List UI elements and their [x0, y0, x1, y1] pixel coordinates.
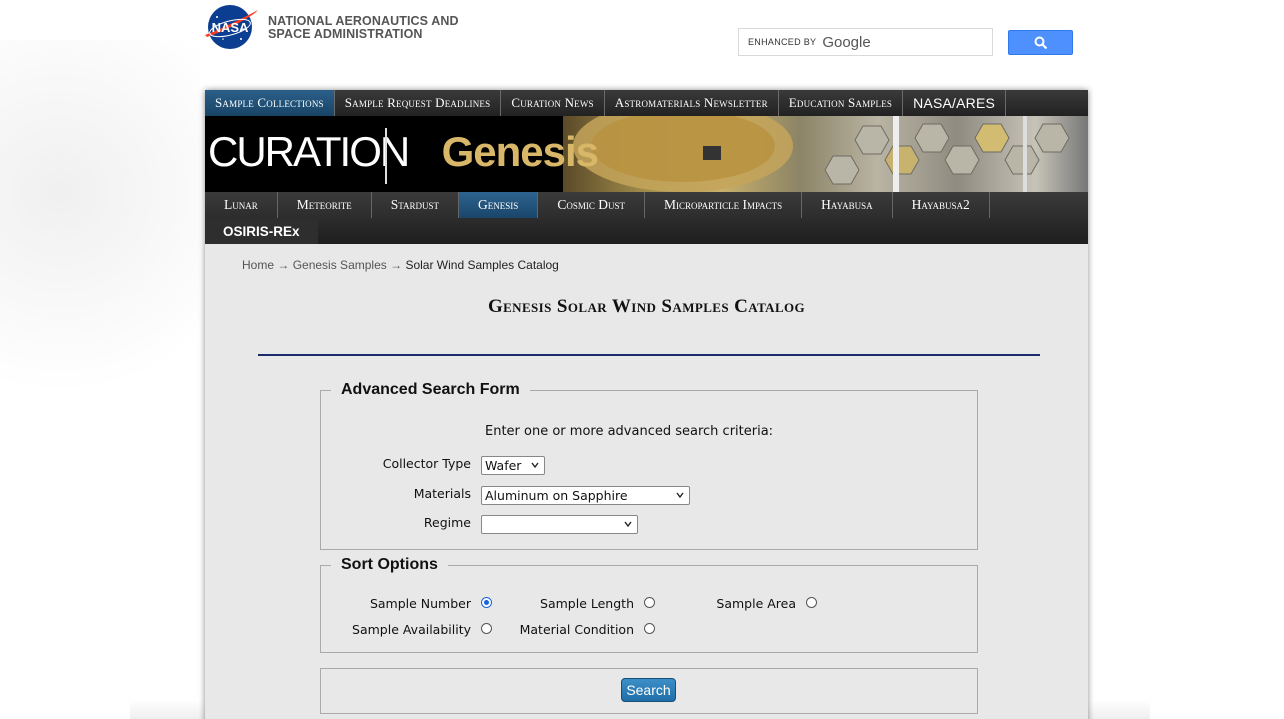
- top-nav-sample-request-deadlines[interactable]: Sample Request Deadlines: [335, 90, 502, 116]
- top-nav-curation-news[interactable]: Curation News: [501, 90, 605, 116]
- sort-sample-length-label: Sample Length: [540, 596, 634, 611]
- banner-curation: CURATION: [208, 128, 410, 175]
- materials-label: Materials: [413, 486, 471, 501]
- collector-type-value: Wafer: [485, 458, 522, 473]
- top-nav-sample-collections[interactable]: Sample Collections: [205, 90, 335, 116]
- sort-sample-area-label: Sample Area: [716, 596, 796, 611]
- banner-title: CURATION Genesis: [208, 128, 599, 176]
- collection-nav-hayabusa[interactable]: Hayabusa: [802, 192, 893, 218]
- agency-name-line2: SPACE ADMINISTRATION: [268, 27, 423, 41]
- collection-nav-genesis[interactable]: Genesis: [459, 192, 539, 218]
- nasa-logo-text: NASA: [212, 20, 249, 35]
- nasa-logo[interactable]: NASA: [203, 4, 259, 50]
- sort-sample-number-label: Sample Number: [369, 596, 471, 611]
- title-rule: [258, 354, 1040, 356]
- chevron-down-icon: [531, 462, 539, 469]
- chevron-down-icon: [676, 492, 684, 499]
- sort-sample-length-radio[interactable]: [644, 597, 655, 608]
- magnifier-icon: [1034, 36, 1047, 49]
- sort-material-condition-label: Material Condition: [519, 622, 634, 637]
- sort-sample-number-radio[interactable]: [481, 597, 492, 608]
- collection-nav-meteorite[interactable]: Meteorite: [278, 192, 372, 218]
- sort-material-condition-radio[interactable]: [644, 623, 655, 634]
- collection-nav: Lunar Meteorite Stardust Genesis Cosmic …: [205, 192, 1088, 244]
- collector-type-label: Collector Type: [382, 456, 471, 471]
- top-nav-nasa-ares[interactable]: NASA/ARES: [903, 90, 1007, 116]
- materials-value: Aluminum on Sapphire: [485, 488, 628, 503]
- regime-select[interactable]: [481, 515, 638, 534]
- collection-nav-microparticle-impacts[interactable]: Microparticle Impacts: [645, 192, 803, 218]
- chevron-down-icon: [624, 521, 632, 528]
- collection-nav-lunar[interactable]: Lunar: [205, 192, 278, 218]
- search-instructions: Enter one or more advanced search criter…: [485, 424, 774, 439]
- sort-sample-availability-radio[interactable]: [481, 623, 492, 634]
- curation-banner: CURATION Genesis: [205, 116, 1088, 192]
- main-container: Sample Collections Sample Request Deadli…: [205, 90, 1088, 719]
- sort-sample-availability-label: Sample Availability: [352, 622, 471, 637]
- breadcrumb-home[interactable]: Home: [242, 258, 274, 272]
- regime-label: Regime: [423, 515, 471, 530]
- top-nav-astromaterials-newsletter[interactable]: Astromaterials Newsletter: [605, 90, 779, 116]
- breadcrumb: Home → Genesis Samples → Solar Wind Samp…: [242, 258, 559, 272]
- banner-genesis: Genesis: [441, 128, 599, 175]
- advanced-search-legend: Advanced Search Form: [331, 381, 530, 399]
- collection-nav-osiris-rex[interactable]: OSIRIS-REx: [205, 218, 318, 244]
- sort-options-legend: Sort Options: [331, 556, 448, 574]
- breadcrumb-separator: →: [277, 258, 290, 272]
- collection-nav-stardust[interactable]: Stardust: [372, 192, 460, 218]
- search-button[interactable]: Search: [621, 678, 676, 702]
- page-title: Genesis Solar Wind Samples Catalog: [487, 296, 806, 317]
- collector-type-select[interactable]: Wafer: [481, 456, 545, 475]
- breadcrumb-genesis-samples[interactable]: Genesis Samples: [293, 258, 387, 272]
- breadcrumb-current: Solar Wind Samples Catalog: [405, 258, 559, 272]
- materials-select[interactable]: Aluminum on Sapphire: [481, 486, 690, 505]
- site-search-input[interactable]: ENHANCED BY Google: [738, 28, 993, 56]
- background-pattern: [0, 40, 200, 420]
- breadcrumb-separator: →: [390, 258, 403, 272]
- enhanced-by-label: ENHANCED BY: [748, 37, 817, 47]
- site-search-button[interactable]: [1008, 30, 1073, 55]
- collection-nav-hayabusa2[interactable]: Hayabusa2: [893, 192, 990, 218]
- top-nav: Sample Collections Sample Request Deadli…: [205, 90, 1088, 116]
- collection-nav-cosmic-dust[interactable]: Cosmic Dust: [538, 192, 645, 218]
- genesis-collector-photo: [563, 116, 1088, 192]
- banner-divider: [385, 128, 387, 184]
- top-nav-education-samples[interactable]: Education Samples: [779, 90, 904, 116]
- sort-sample-area-radio[interactable]: [806, 597, 817, 608]
- google-label: Google: [822, 33, 871, 51]
- agency-name: NATIONAL AERONAUTICS AND SPACE ADMINISTR…: [268, 15, 459, 41]
